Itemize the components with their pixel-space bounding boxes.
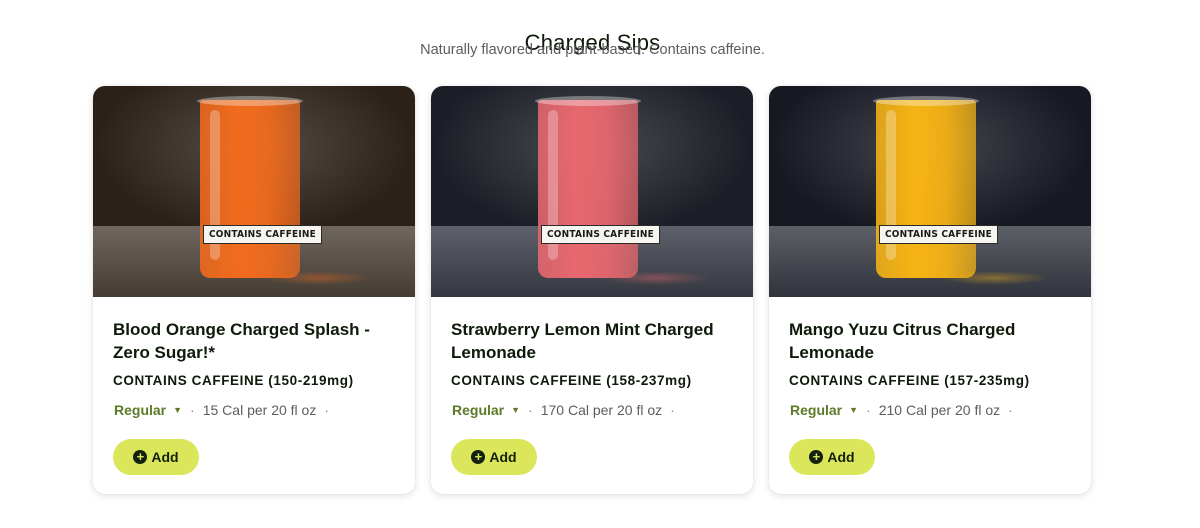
contains-caffeine-tag: CONTAINS CAFFEINE	[541, 225, 661, 244]
size-dropdown[interactable]: Regular ▼	[114, 402, 182, 418]
separator-dot: ·	[670, 402, 675, 418]
caret-down-icon: ▼	[511, 405, 521, 415]
size-dropdown[interactable]: Regular ▼	[790, 402, 858, 418]
add-button[interactable]: + Add	[451, 439, 537, 475]
product-card-list: CONTAINS CAFFEINE Blood Orange Charged S…	[93, 86, 1091, 494]
caret-down-icon: ▼	[849, 405, 859, 415]
calorie-info: 170 Cal per 20 fl oz	[540, 402, 663, 418]
drink-glass	[197, 96, 303, 278]
card-body: Strawberry Lemon Mint Charged Lemonade	[451, 318, 736, 364]
add-button[interactable]: + Add	[789, 439, 875, 475]
product-card[interactable]: CONTAINS CAFFEINE Mango Yuzu Citrus Char…	[769, 86, 1091, 494]
add-button[interactable]: + Add	[113, 439, 199, 475]
plus-circle-icon: +	[133, 450, 148, 464]
product-name[interactable]: Mango Yuzu Citrus Charged Lemonade	[789, 318, 1074, 364]
product-card[interactable]: CONTAINS CAFFEINE Strawberry Lemon Mint …	[431, 86, 753, 494]
glass-rim	[197, 96, 303, 106]
charged-sips-section: Charged Sips Naturally flavored and plan…	[0, 0, 1200, 528]
product-card[interactable]: CONTAINS CAFFEINE Blood Orange Charged S…	[93, 86, 415, 494]
section-subtitle: Naturally flavored and plant-based. Cont…	[420, 42, 765, 58]
separator-dot: ·	[528, 402, 533, 418]
drink-glass	[535, 96, 641, 278]
add-label: Add	[489, 449, 517, 465]
plus-circle-icon: +	[809, 450, 824, 464]
size-label: Regular	[114, 402, 167, 418]
separator-dot: ·	[190, 402, 195, 418]
size-label: Regular	[790, 402, 843, 418]
plus-circle-icon: +	[471, 450, 486, 464]
product-image[interactable]: CONTAINS CAFFEINE	[93, 86, 415, 297]
caret-down-icon: ▼	[173, 405, 183, 415]
separator-dot: ·	[1008, 402, 1013, 418]
size-calorie-row: Regular ▼ · 210 Cal per 20 fl oz ·	[790, 402, 1021, 418]
drink-glass	[873, 96, 979, 278]
glass-rim	[535, 96, 641, 106]
separator-dot: ·	[324, 402, 330, 418]
add-label: Add	[151, 449, 179, 465]
add-label: Add	[827, 449, 855, 465]
size-calorie-row: Regular ▼ · 15 Cal per 20 fl oz ·	[114, 402, 337, 418]
separator-dot: ·	[866, 402, 871, 418]
size-dropdown[interactable]: Regular ▼	[452, 402, 520, 418]
card-body: Mango Yuzu Citrus Charged Lemonade	[789, 318, 1074, 364]
calorie-info: 210 Cal per 20 fl oz	[878, 402, 1001, 418]
product-image[interactable]: CONTAINS CAFFEINE	[431, 86, 753, 297]
card-body: Blood Orange Charged Splash - Zero Sugar…	[113, 318, 398, 364]
product-name[interactable]: Strawberry Lemon Mint Charged Lemonade	[451, 318, 736, 364]
contains-caffeine-tag: CONTAINS CAFFEINE	[203, 225, 323, 244]
contains-caffeine-tag: CONTAINS CAFFEINE	[879, 225, 999, 244]
caffeine-info: CONTAINS CAFFEINE (158-237mg)	[451, 373, 692, 388]
glass-rim	[873, 96, 979, 106]
caffeine-info: CONTAINS CAFFEINE (157-235mg)	[789, 373, 1030, 388]
calorie-info: 15 Cal per 20 fl oz	[202, 402, 317, 418]
caffeine-info: CONTAINS CAFFEINE (150-219mg)	[113, 373, 354, 388]
product-image[interactable]: CONTAINS CAFFEINE	[769, 86, 1091, 297]
product-name[interactable]: Blood Orange Charged Splash - Zero Sugar…	[113, 318, 398, 364]
size-calorie-row: Regular ▼ · 170 Cal per 20 fl oz ·	[452, 402, 683, 418]
size-label: Regular	[452, 402, 505, 418]
